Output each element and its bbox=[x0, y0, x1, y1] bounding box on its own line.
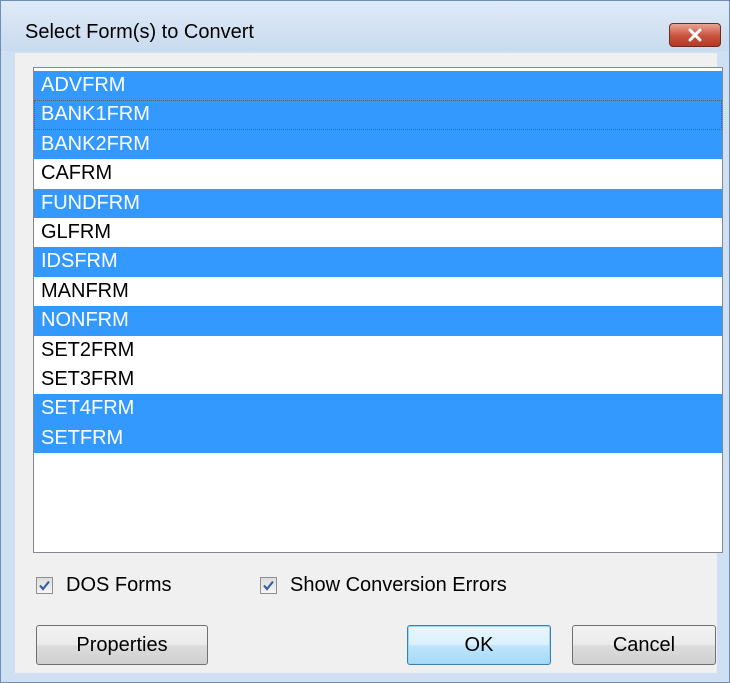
properties-button[interactable]: Properties bbox=[36, 625, 208, 665]
dialog-title: Select Form(s) to Convert bbox=[25, 21, 254, 43]
list-item-set2frm[interactable]: SET2FRM bbox=[34, 336, 722, 365]
close-x-icon bbox=[688, 28, 702, 42]
list-item-idsfrm[interactable]: IDSFRM bbox=[34, 247, 722, 277]
forms-list: ADVFRM BANK1FRM BANK2FRM CAFRM FUNDFRM GLFRM I… bbox=[34, 68, 722, 454]
show-conversion-errors-checkbox[interactable] bbox=[260, 576, 277, 594]
dos-forms-label: DOS Forms bbox=[66, 573, 172, 596]
dialog-body: ADVFRM BANK1FRM BANK2FRM CAFRM FUNDFRM GLFRM I… bbox=[15, 53, 723, 673]
list-item-manfrm[interactable]: MANFRM bbox=[34, 277, 722, 306]
list-item-bank2frm[interactable]: BANK2FRM bbox=[34, 129, 722, 160]
list-item-nonfrm[interactable]: NONFRM bbox=[34, 306, 722, 336]
cancel-button[interactable]: Cancel bbox=[572, 625, 716, 665]
checkmark-icon bbox=[39, 580, 50, 591]
show-conversion-errors-option[interactable]: Show Conversion Errors bbox=[260, 573, 507, 597]
list-item-glfrm[interactable]: GLFRM bbox=[34, 218, 722, 247]
list-item-set3frm[interactable]: SET3FRM bbox=[34, 365, 722, 394]
ok-button[interactable]: OK bbox=[407, 625, 551, 665]
dos-forms-checkbox[interactable] bbox=[36, 576, 53, 594]
close-button[interactable] bbox=[669, 23, 721, 47]
list-item-setfrm[interactable]: SETFRM bbox=[34, 423, 722, 454]
select-forms-dialog: Select Form(s) to Convert ADVFRM BANK1FRM… bbox=[0, 0, 730, 683]
checkmark-icon bbox=[263, 580, 274, 591]
list-item-advfrm[interactable]: ADVFRM bbox=[34, 71, 722, 101]
dos-forms-option[interactable]: DOS Forms bbox=[36, 573, 172, 597]
show-conversion-errors-label: Show Conversion Errors bbox=[290, 573, 507, 596]
list-item-bank1frm[interactable]: BANK1FRM bbox=[34, 100, 722, 130]
list-item-cafrm[interactable]: CAFRM bbox=[34, 159, 722, 188]
title-bar[interactable]: Select Form(s) to Convert bbox=[1, 1, 729, 51]
list-item-fundfrm[interactable]: FUNDFRM bbox=[34, 188, 722, 218]
forms-listbox[interactable]: ADVFRM BANK1FRM BANK2FRM CAFRM FUNDFRM GLFRM I… bbox=[33, 67, 723, 553]
list-item-set4frm[interactable]: SET4FRM bbox=[34, 394, 722, 424]
